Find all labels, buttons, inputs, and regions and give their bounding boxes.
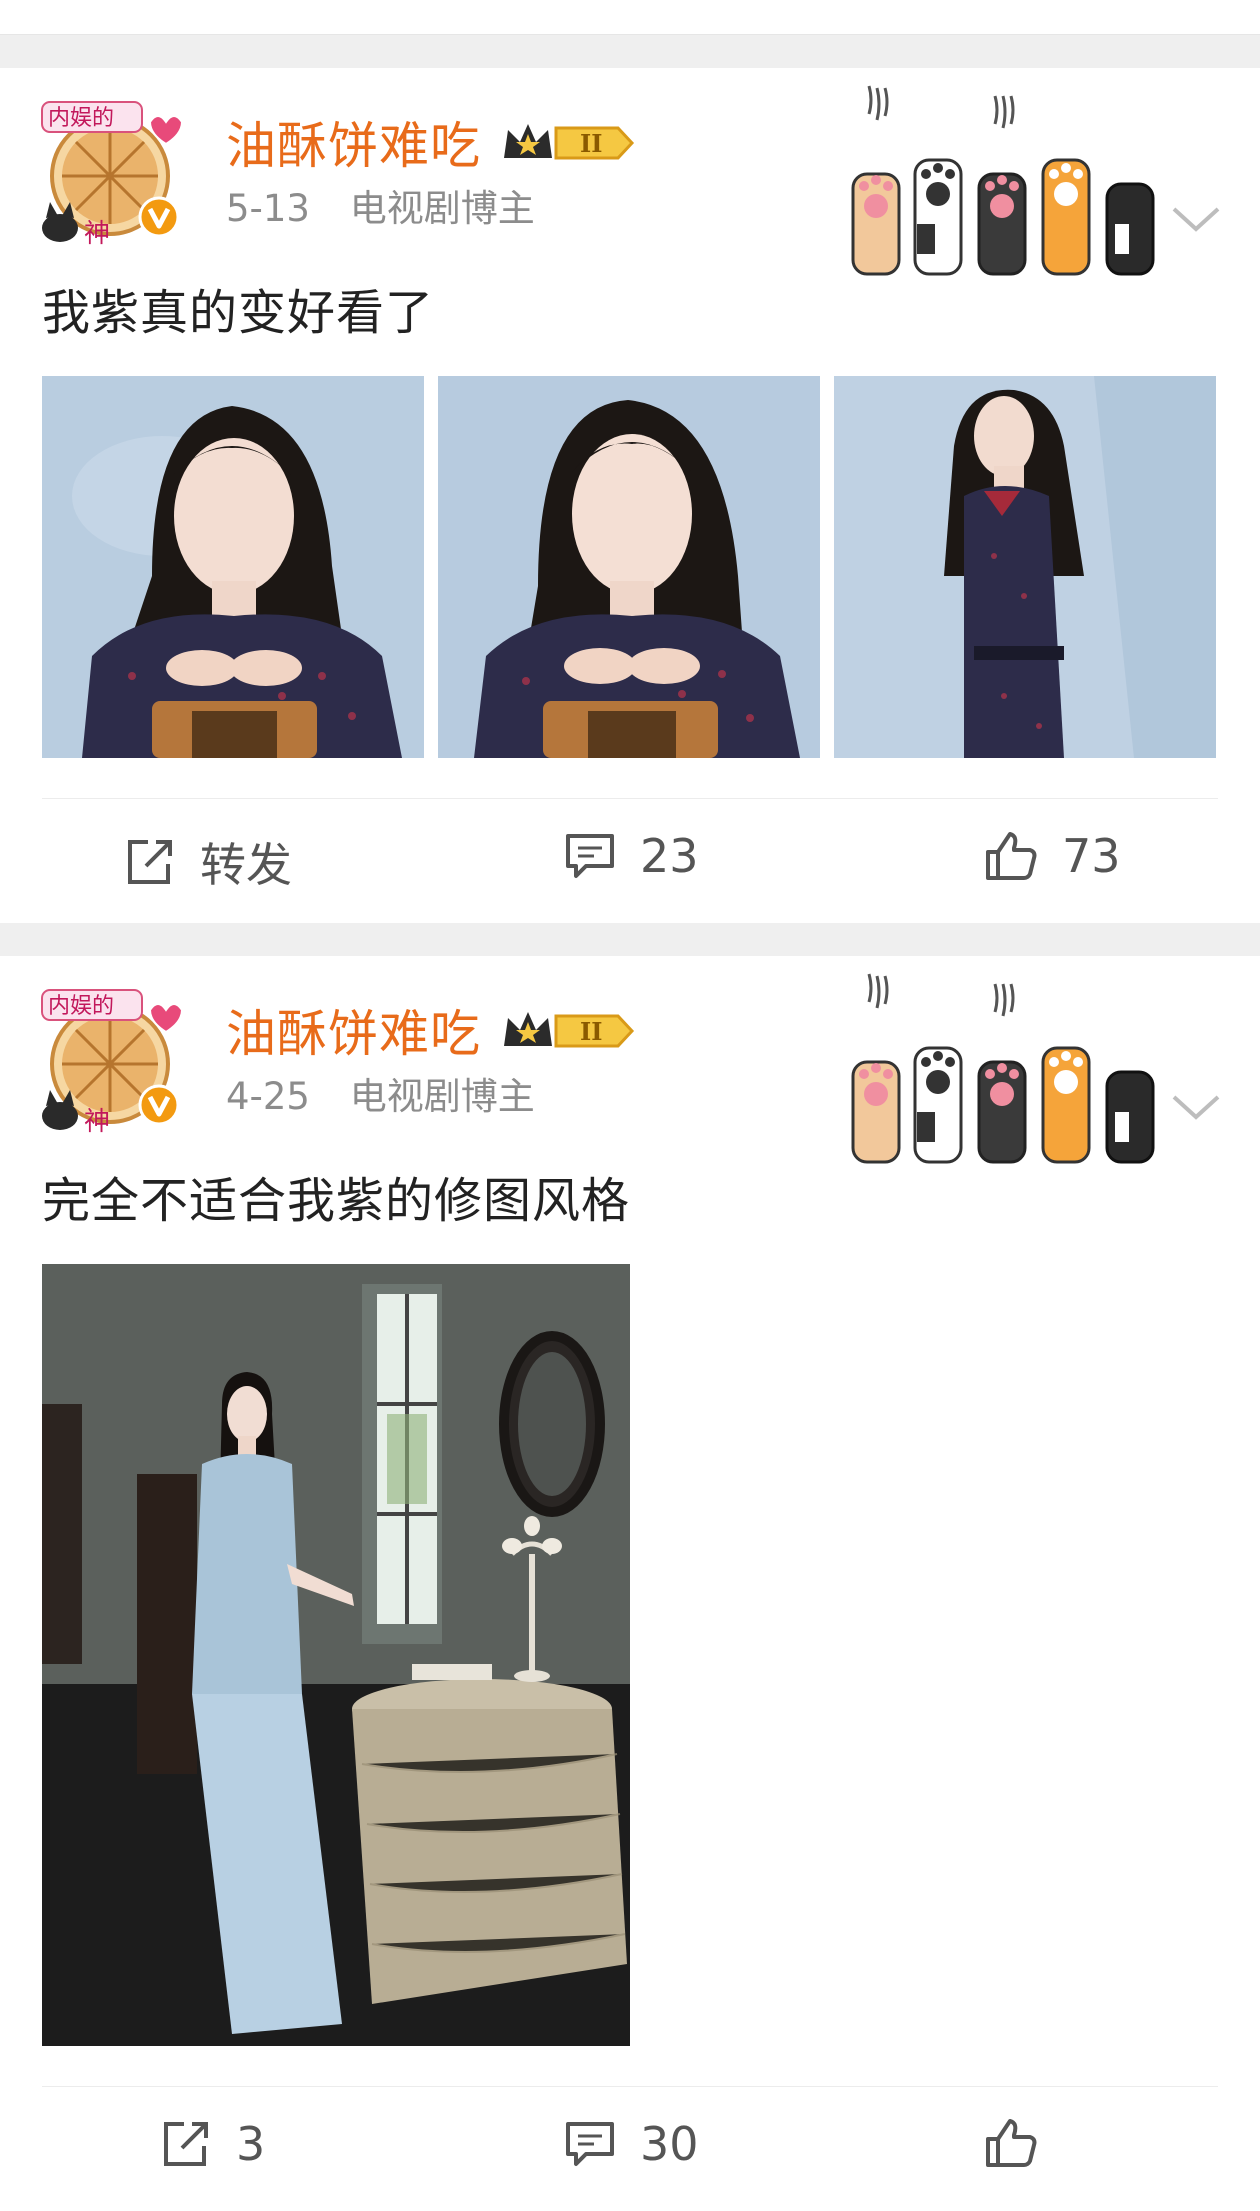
chevron-down-icon[interactable]: [1170, 1091, 1222, 1121]
post-meta: 5-13 电视剧博主: [226, 178, 535, 232]
avatar[interactable]: 内娱的 神: [38, 984, 186, 1137]
repost-icon: [128, 840, 172, 884]
post-text[interactable]: 完全不适合我紫的修图风格: [42, 1161, 1260, 1231]
svg-text:II: II: [580, 1017, 602, 1046]
post-date: 4-25: [226, 1075, 310, 1118]
repost-icon: [164, 2122, 208, 2166]
post-header: 内娱的 神 油酥饼难吃 II 5-13 电视剧博主: [0, 68, 1260, 276]
like-button[interactable]: [984, 2117, 1062, 2169]
like-icon: [986, 2119, 1037, 2167]
repost-count: 3: [236, 2117, 266, 2171]
post-text[interactable]: 我紫真的变好看了: [42, 273, 1260, 343]
like-button[interactable]: 73: [984, 829, 1121, 883]
svg-text:神: 神: [84, 219, 110, 246]
repost-label: 转发: [200, 838, 292, 892]
chevron-down-icon[interactable]: [1170, 203, 1222, 233]
repost-button[interactable]: 转发: [124, 829, 292, 895]
avatar[interactable]: 内娱的 神: [38, 96, 186, 249]
post-image[interactable]: [42, 376, 424, 758]
verified-badge-icon: [138, 1084, 180, 1126]
verified-badge-icon: [138, 196, 180, 238]
post-separator: [0, 923, 1260, 956]
comment-icon: [566, 2122, 614, 2166]
avatar-badge-text: 内娱的: [48, 106, 114, 131]
previous-post-bottom: [0, 0, 1260, 35]
post-meta: 4-25 电视剧博主: [226, 1066, 535, 1120]
author-name[interactable]: 油酥饼难吃: [226, 106, 481, 178]
repost-button[interactable]: 3: [160, 2117, 265, 2171]
feed-post[interactable]: 内娱的 神 油酥饼难吃 II 4-25 电视剧博主 完全不适合我紫的修图风格 3…: [0, 956, 1260, 2211]
post-image[interactable]: [438, 376, 820, 758]
comment-button[interactable]: 23: [564, 829, 699, 883]
author-role: 电视剧博主: [349, 1075, 535, 1118]
cat-paws-decoration: [851, 85, 1155, 276]
comment-count: 30: [640, 2117, 699, 2171]
comment-count: 23: [640, 829, 699, 883]
action-bar: 转发 23 73: [42, 798, 1218, 923]
image-grid: [42, 376, 1260, 758]
post-date: 5-13: [226, 187, 310, 230]
crown-level-badge-icon: II: [504, 124, 635, 160]
like-count: 73: [1062, 829, 1121, 883]
feed-post[interactable]: 内娱的 神 油酥饼难吃 II 5-13 电视剧博主 我紫真的变好看了 转发 23…: [0, 68, 1260, 923]
cat-paws-decoration: [851, 973, 1155, 1164]
comment-icon: [566, 834, 614, 878]
image-grid: [42, 1264, 1260, 2046]
author-name[interactable]: 油酥饼难吃: [226, 994, 481, 1066]
author-role: 电视剧博主: [349, 187, 535, 230]
comment-button[interactable]: 30: [564, 2117, 699, 2171]
svg-text:II: II: [580, 129, 602, 158]
post-separator: [0, 35, 1260, 68]
crown-level-badge-icon: II: [504, 1012, 635, 1048]
svg-text:神: 神: [84, 1107, 110, 1134]
post-image[interactable]: [42, 1264, 630, 2046]
like-icon: [986, 832, 1037, 880]
post-header: 内娱的 神 油酥饼难吃 II 4-25 电视剧博主: [0, 956, 1260, 1164]
action-bar: 3 30: [42, 2086, 1218, 2211]
svg-text:内娱的: 内娱的: [48, 994, 114, 1019]
post-image[interactable]: [834, 376, 1216, 758]
